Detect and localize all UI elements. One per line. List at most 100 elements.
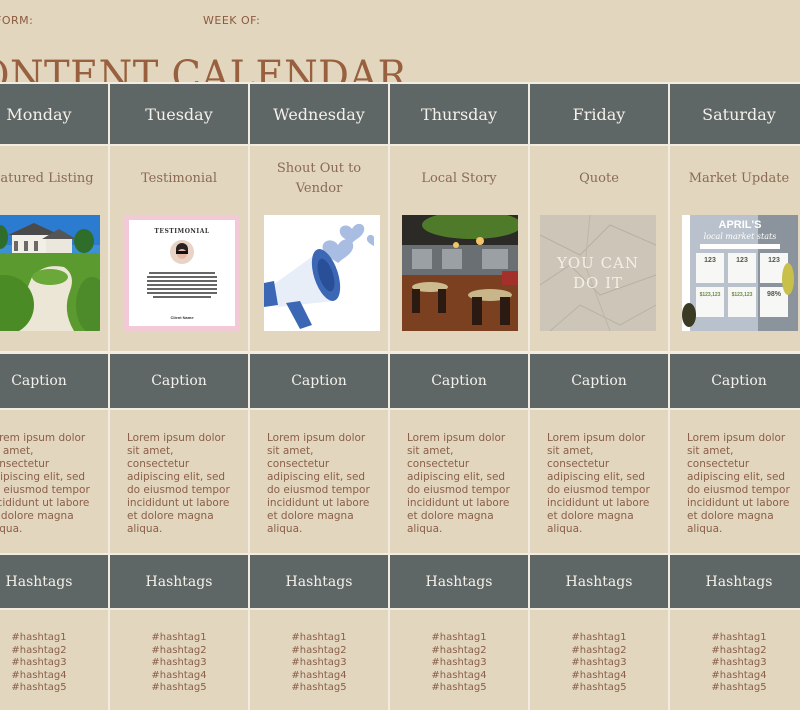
quote-image[interactable]: YOU CAN DO IT — [540, 215, 656, 331]
caption-line: aliqua. — [127, 523, 163, 535]
image-cell-monday[interactable] — [0, 212, 110, 352]
hashtag: #hashtag1 — [291, 632, 347, 643]
caption-text: Lorem ipsum dolorsit amet,consecteturadi… — [547, 432, 650, 536]
image-row: TESTIMONIAL Client Name YOU CAN DO IT AP… — [0, 212, 800, 352]
caption-header: Caption — [110, 352, 250, 410]
hashtags-cell[interactable]: #hashtag1 #hashtag2 #hashtag3 #hashtag4 #has… — [530, 610, 670, 710]
image-cell-wednesday[interactable] — [250, 212, 390, 352]
hashtags-header: Hashtags — [110, 553, 250, 610]
caption-line: Lorem ipsum dolor — [547, 432, 646, 444]
hashtags-body-row: #hashtag1 #hashtag2 #hashtag3 #hashtag4 #has… — [0, 610, 800, 710]
post-type-cell[interactable]: Shout Out to Vendor — [250, 146, 390, 212]
hashtag: #hashtag4 — [431, 669, 487, 681]
day-header-saturday: Saturday — [670, 82, 800, 146]
testimonial-body-lines — [145, 270, 219, 300]
image-cell-saturday[interactable]: APRIL'S local market stats 123 123 123 $… — [670, 212, 800, 352]
testimonial-image[interactable]: TESTIMONIAL Client Name — [124, 215, 240, 331]
image-cell-friday[interactable]: YOU CAN DO IT — [530, 212, 670, 352]
post-type-cell[interactable]: Featured Listing — [0, 146, 110, 212]
caption-text-cell[interactable]: Lorem ipsum dolorsit amet,consecteturadi… — [530, 410, 670, 553]
featured-listing-image[interactable] — [0, 215, 100, 331]
testimonial-card-title: TESTIMONIAL — [154, 228, 210, 235]
hashtags-cell[interactable]: #hashtag1 #hashtag2 #hashtag3 #hashtag4 #has… — [390, 610, 530, 710]
post-type-label: Market Update — [688, 171, 790, 186]
caption-text: Lorem ipsum dolorsit amet,consecteturadi… — [127, 432, 230, 536]
image-cell-thursday[interactable] — [390, 212, 530, 352]
post-type-cell[interactable]: Quote — [530, 146, 670, 212]
caption-line: do eiusmod tempor — [547, 484, 650, 496]
hashtag: #hashtag5 — [291, 682, 347, 694]
hashtags-cell[interactable]: #hashtag1 #hashtag2 #hashtag3 #hashtag4 #has… — [250, 610, 390, 710]
hashtag: #hashtag2 — [151, 644, 207, 656]
image-cell-tuesday[interactable]: TESTIMONIAL Client Name — [110, 212, 250, 352]
caption-line: sit amet, — [0, 445, 34, 457]
platform-label: FORM: — [0, 14, 34, 27]
vendor-shoutout-image[interactable] — [264, 215, 380, 331]
caption-line: sit amet, — [687, 445, 734, 457]
local-story-image[interactable] — [402, 215, 518, 331]
day-name: Wednesday — [273, 104, 365, 124]
post-type-cell[interactable]: Testimonial — [110, 146, 250, 212]
market-update-image[interactable]: APRIL'S local market stats 123 123 123 $… — [682, 215, 798, 331]
market-stats-grid: 123 123 123 $123,123 $123,123 98% — [696, 253, 788, 317]
hashtags-header: Hashtags — [250, 553, 390, 610]
caption-text-cell[interactable]: Lorem ipsum dolorsit amet,consecteturadi… — [250, 410, 390, 553]
hashtag: #hashtag5 — [431, 682, 487, 694]
hashtag: #hashtag1 — [151, 632, 207, 643]
hashtag: #hashtag3 — [571, 657, 627, 669]
hashtag: #hashtag1 — [711, 632, 767, 643]
day-header-friday: Friday — [530, 82, 670, 146]
hashtag-list: #hashtag1 #hashtag2 #hashtag3 #hashtag4 #has… — [151, 632, 206, 695]
quote-text: YOU CAN DO IT — [540, 253, 656, 293]
hashtag: #hashtag5 — [711, 682, 767, 694]
caption-line: incididunt ut labore — [407, 497, 510, 509]
caption-line: Lorem ipsum dolor — [127, 432, 226, 444]
caption-line: adipiscing elit, sed — [0, 471, 86, 483]
hashtags-header-label: Hashtags — [705, 573, 773, 590]
caption-line: et dolore magna — [267, 510, 354, 522]
hashtag: #hashtag3 — [431, 657, 487, 669]
caption-line: aliqua. — [0, 523, 23, 535]
caption-line: adipiscing elit, sed — [687, 471, 786, 483]
hashtag: #hashtag2 — [11, 644, 67, 656]
caption-header: Caption — [530, 352, 670, 410]
hashtags-header-label: Hashtags — [145, 573, 213, 590]
caption-line: et dolore magna — [0, 510, 74, 522]
hashtag: #hashtag2 — [711, 644, 767, 656]
post-type-cell[interactable]: Market Update — [670, 146, 800, 212]
day-name: Friday — [572, 104, 626, 124]
caption-text: Lorem ipsum dolorsit amet,consecteturadi… — [687, 432, 790, 536]
caption-line: consectetur — [267, 458, 330, 470]
day-header-row: Monday Tuesday Wednesday Thursday Friday… — [0, 82, 800, 146]
caption-header: Caption — [250, 352, 390, 410]
hashtag-list: #hashtag1 #hashtag2 #hashtag3 #hashtag4 #has… — [11, 632, 66, 695]
hashtag: #hashtag5 — [571, 682, 627, 694]
market-stat: 123 — [696, 253, 724, 283]
caption-line: sit amet, — [267, 445, 314, 457]
caption-line: consectetur — [687, 458, 750, 470]
hashtags-cell[interactable]: #hashtag1 #hashtag2 #hashtag3 #hashtag4 #has… — [670, 610, 800, 710]
hashtags-cell[interactable]: #hashtag1 #hashtag2 #hashtag3 #hashtag4 #has… — [0, 610, 110, 710]
caption-text-cell[interactable]: Lorem ipsum dolorsit amet,consecteturadi… — [670, 410, 800, 553]
caption-text-cell[interactable]: Lorem ipsum dolorsit amet,consecteturadi… — [390, 410, 530, 553]
caption-text-cell[interactable]: Lorem ipsum dolorsit amet,consecteturadi… — [110, 410, 250, 553]
megaphone-icon — [264, 223, 374, 329]
caption-line: consectetur — [127, 458, 190, 470]
quote-line: YOU CAN — [556, 254, 640, 272]
hashtags-cell[interactable]: #hashtag1 #hashtag2 #hashtag3 #hashtag4 #has… — [110, 610, 250, 710]
caption-line: incididunt ut labore — [0, 497, 90, 509]
caption-line: adipiscing elit, sed — [407, 471, 506, 483]
caption-text-cell[interactable]: Lorem ipsum dolorsit amet,consecteturadi… — [0, 410, 110, 553]
hashtags-header: Hashtags — [390, 553, 530, 610]
caption-body-row: Lorem ipsum dolorsit amet,consecteturadi… — [0, 410, 800, 553]
caption-header: Caption — [390, 352, 530, 410]
hashtags-header-label: Hashtags — [425, 573, 493, 590]
testimonial-card: TESTIMONIAL Client Name — [129, 220, 235, 326]
hashtag: #hashtag2 — [431, 644, 487, 656]
day-name: Saturday — [702, 104, 776, 124]
caption-line: Lorem ipsum dolor — [687, 432, 786, 444]
hashtags-header: Hashtags — [530, 553, 670, 610]
post-type-cell[interactable]: Local Story — [390, 146, 530, 212]
caption-line: adipiscing elit, sed — [267, 471, 366, 483]
caption-line: do eiusmod tempor — [407, 484, 510, 496]
